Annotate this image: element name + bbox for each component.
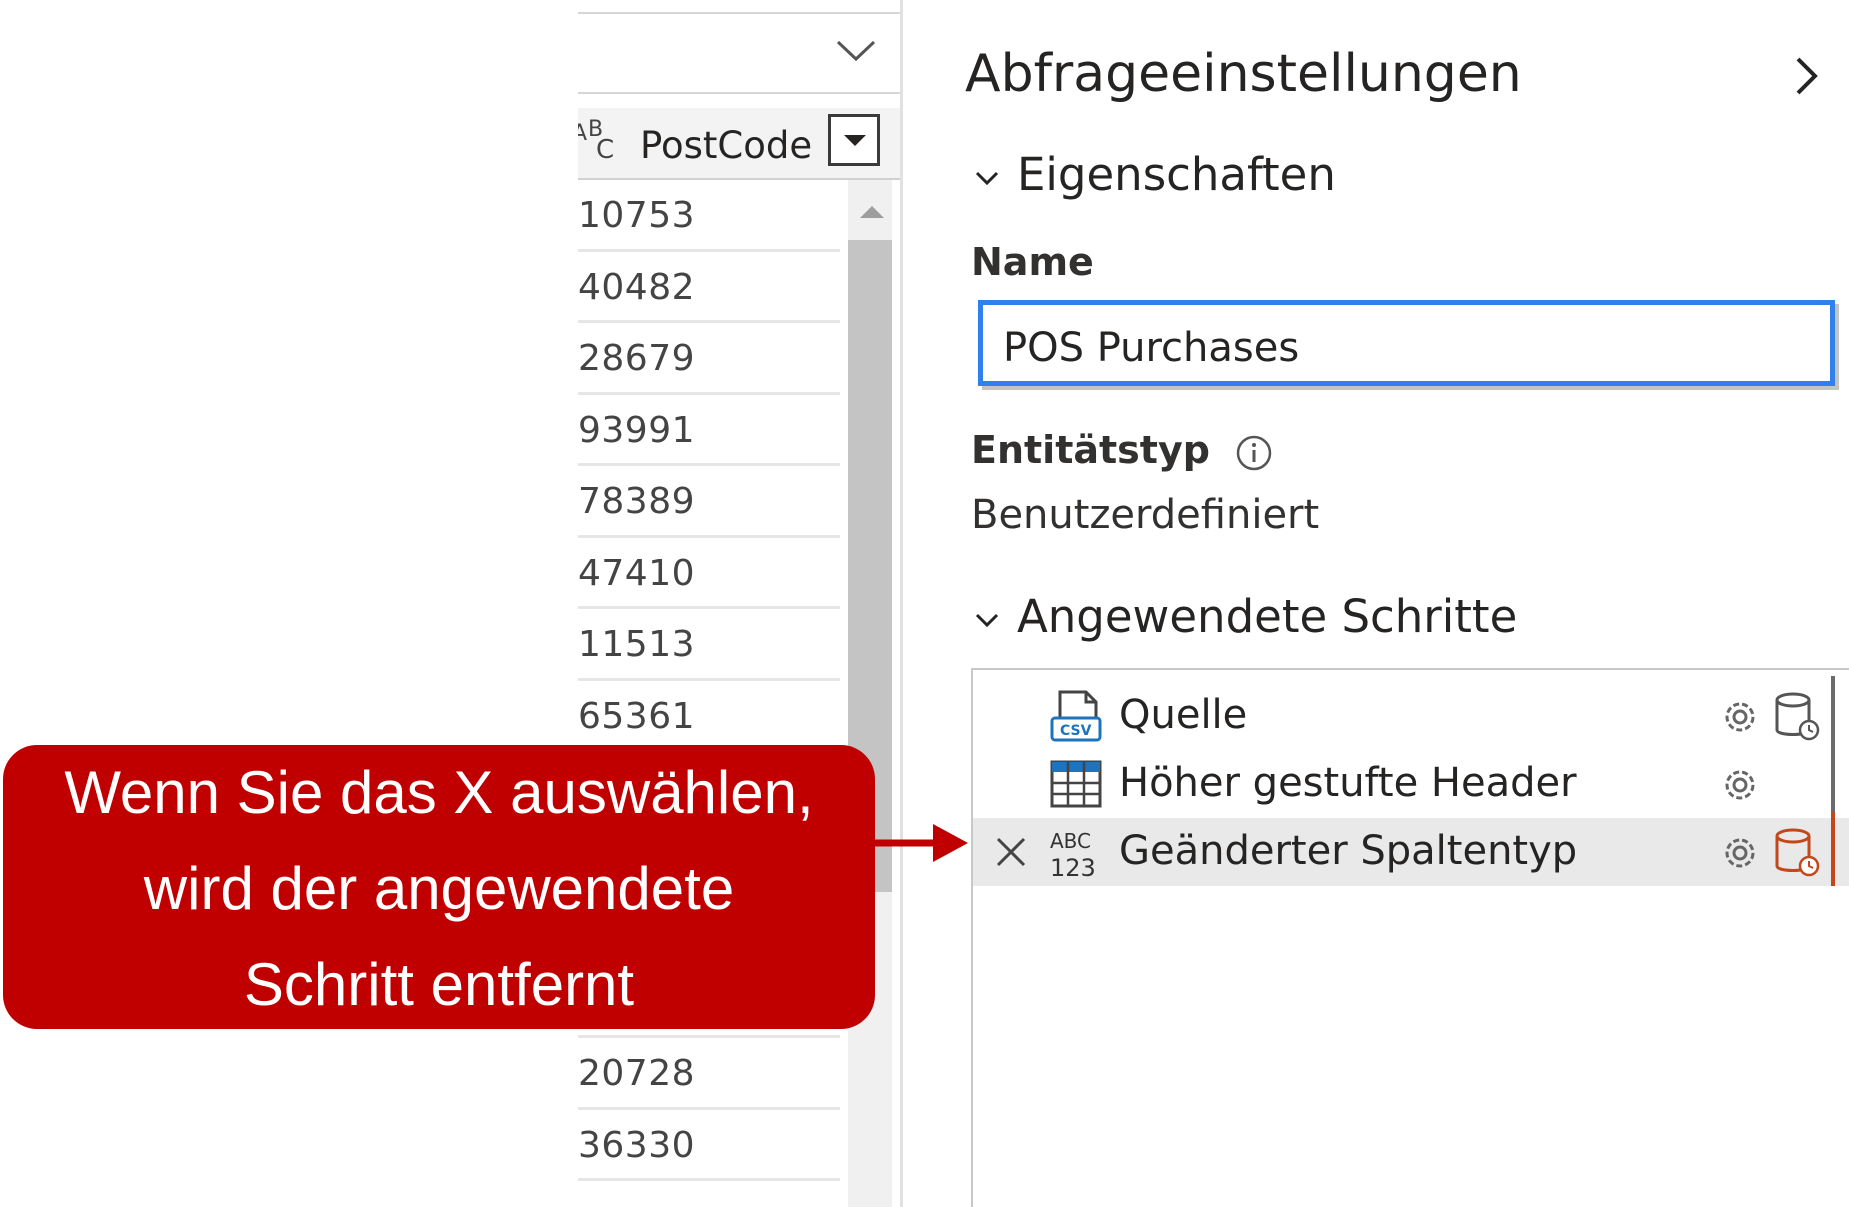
entity-type-value: Benutzerdefiniert [971, 492, 1320, 538]
applied-steps-section-header[interactable]: Angewendete Schritte [971, 590, 1517, 643]
table-row[interactable]: 11513 [578, 609, 840, 681]
table-row[interactable]: 10753 [578, 180, 840, 252]
table-row[interactable]: 36330 [578, 1110, 840, 1181]
callout-box: Wenn Sie das X auswählen, wird der angew… [3, 745, 875, 1029]
applied-steps-header-label: Angewendete Schritte [1017, 590, 1518, 643]
name-label: Name [971, 240, 1094, 284]
filter-dropdown-icon [844, 135, 866, 146]
collapse-panel-icon[interactable] [1795, 56, 1819, 96]
table-row[interactable]: 93991 [578, 395, 840, 466]
callout-line-2: wird der angewendete [143, 855, 735, 922]
abc-123-icon: ABC 123 [1050, 829, 1096, 880]
table-row[interactable]: 40482 [578, 252, 840, 323]
gear-icon[interactable] [1719, 696, 1761, 738]
entity-type-label-text: Entitätstyp [971, 428, 1210, 472]
table-row[interactable]: 47410 [578, 538, 840, 609]
column-filter-button[interactable] [828, 114, 880, 166]
step-item-hoeher-gestufte-header[interactable]: Höher gestufte Header [973, 744, 1849, 818]
applied-steps-list: CSV Quelle Höher gestufte Header ABC 123… [971, 668, 1849, 1207]
chevron-down-icon [975, 613, 999, 628]
abc-text-type-icon[interactable]: A B C [578, 114, 626, 174]
svg-text:123: 123 [1050, 854, 1096, 880]
panel-title: Abfrageeinstellungen [965, 44, 1522, 104]
database-clock-icon[interactable] [1773, 690, 1821, 744]
step-indicator-bar [1831, 676, 1835, 750]
step-label: Geänderter Spaltentyp [1119, 828, 1578, 874]
database-clock-icon[interactable] [1773, 826, 1821, 880]
callout-line-1: Wenn Sie das X auswählen, [64, 759, 814, 826]
formula-dropdown[interactable] [578, 12, 902, 94]
query-settings-panel: Abfrageeinstellungen Eigenschaften Name … [903, 0, 1849, 1207]
svg-text:C: C [596, 135, 614, 165]
svg-text:A: A [578, 121, 587, 146]
step-indicator-bar [1831, 744, 1835, 818]
gear-icon[interactable] [1719, 764, 1761, 806]
table-row[interactable]: 78389 [578, 466, 840, 538]
step-item-geaenderter-spaltentyp[interactable]: ABC 123 Geänderter Spaltentyp [973, 812, 1849, 886]
callout-arrow-icon [875, 824, 968, 862]
query-name-field[interactable]: POS Purchases [978, 300, 1835, 386]
step-item-quelle[interactable]: CSV Quelle [973, 676, 1849, 750]
scroll-up-icon[interactable] [860, 206, 884, 218]
csv-icon: CSV [1050, 690, 1102, 742]
step-label: Quelle [1119, 692, 1248, 738]
chevron-down-icon[interactable] [836, 40, 876, 62]
column-header-postcode[interactable]: A B C PostCode [578, 108, 900, 180]
callout-line-3: Schritt entfernt [243, 951, 635, 1018]
gear-icon[interactable] [1719, 832, 1761, 874]
table-row[interactable]: 20728 [578, 1038, 840, 1110]
column-name: PostCode [640, 124, 813, 167]
properties-header-label: Eigenschaften [1017, 148, 1336, 201]
delete-step-icon[interactable] [995, 836, 1027, 868]
svg-text:CSV: CSV [1060, 723, 1092, 739]
entity-type-label: Entitätstyp [971, 428, 1273, 472]
table-row[interactable]: 28679 [578, 323, 840, 395]
table-row[interactable]: 65361 [578, 681, 840, 752]
step-label: Höher gestufte Header [1119, 760, 1577, 806]
chevron-down-icon [975, 171, 999, 186]
table-icon [1050, 760, 1102, 808]
properties-section-header[interactable]: Eigenschaften [971, 148, 1336, 201]
step-indicator-bar [1831, 812, 1835, 886]
svg-text:ABC: ABC [1050, 829, 1091, 853]
info-icon[interactable] [1235, 434, 1273, 472]
vertical-scrollbar[interactable] [848, 180, 892, 1207]
